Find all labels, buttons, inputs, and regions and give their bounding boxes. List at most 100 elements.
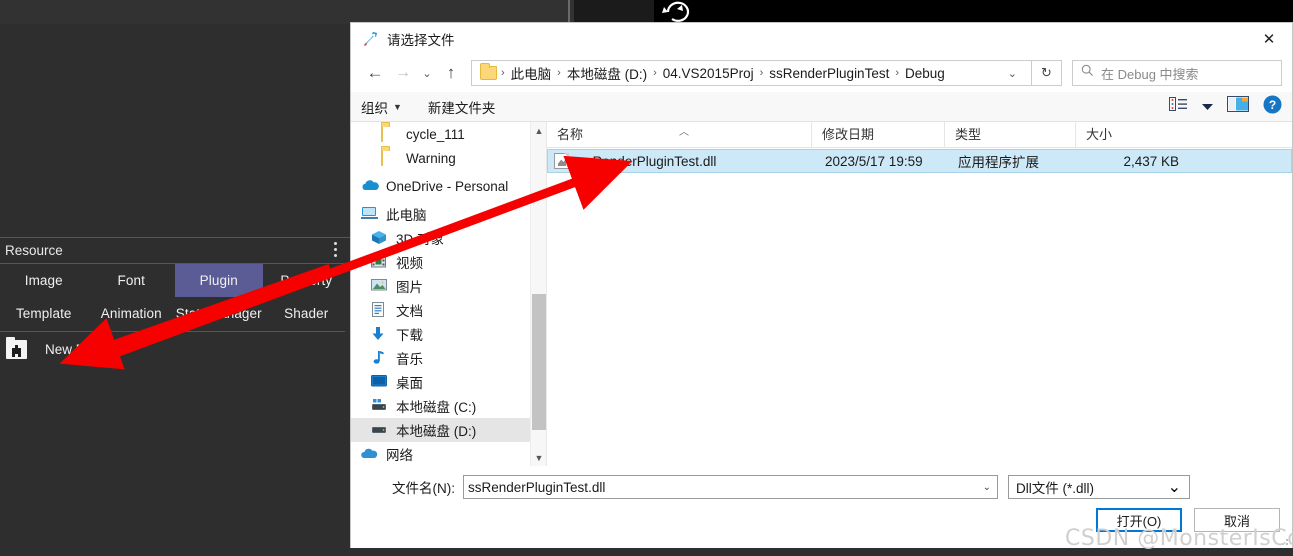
file-name-cell: ssRenderPluginTest.dll [579, 153, 717, 169]
tab-animation[interactable]: Animation [88, 297, 176, 330]
file-name-input[interactable]: ssRenderPluginTest.dll ⌄ [463, 475, 998, 499]
back-button[interactable]: ← [361, 60, 389, 86]
chevron-down-icon[interactable]: ⌄ [1002, 67, 1027, 80]
chevron-down-icon[interactable]: ▼ [531, 449, 546, 466]
tab-property[interactable]: Property [263, 264, 351, 297]
tab-shader[interactable]: Shader [263, 297, 351, 330]
file-size-cell: 2,437 KB [1123, 153, 1179, 169]
file-name-value: ssRenderPluginTest.dll [468, 479, 606, 495]
column-header-name[interactable]: ︿ 名称 [547, 122, 811, 148]
chevron-up-icon[interactable]: ▲ [531, 122, 546, 139]
breadcrumb-separator: › [895, 67, 900, 79]
tree-item-downloads[interactable]: 下载 [351, 322, 546, 346]
view-list-icon[interactable] [1169, 97, 1188, 116]
tree-item-label: 图片 [396, 280, 423, 295]
navigation-tree: cycle_111 Warning OneDrive - Personal 此电… [351, 122, 547, 466]
onedrive-icon [361, 178, 379, 194]
table-row[interactable]: ssRenderPluginTest.dll 2023/5/17 19:59 应… [547, 149, 1292, 173]
app-top-strip [0, 0, 600, 24]
scrollbar-thumb[interactable] [532, 294, 546, 430]
tree-item-pictures[interactable]: 图片 [351, 274, 546, 298]
tab-image[interactable]: Image [0, 264, 88, 297]
screenshot-root: Resource Image Font Plugin Property Temp… [0, 0, 1293, 556]
breadcrumb-item-0[interactable]: 此电脑 [507, 63, 556, 83]
column-header-size[interactable]: 大小 [1075, 121, 1185, 148]
file-open-dialog: 请选择文件 ✕ ← → ⌄ ↑ › 此电脑 › 本地磁盘 (D:) › 04.V… [350, 22, 1293, 548]
tree-item-label: 此电脑 [386, 208, 427, 223]
breadcrumb-separator: › [501, 67, 505, 79]
file-type-select[interactable]: Dll文件 (*.dll) ⌄ [1008, 475, 1190, 499]
folder-icon [480, 63, 497, 80]
breadcrumb-item-1[interactable]: 本地磁盘 (D:) [563, 63, 651, 83]
tree-item-onedrive[interactable]: OneDrive - Personal [351, 174, 546, 198]
tab-plugin[interactable]: Plugin [175, 264, 263, 297]
file-modified-cell: 2023/5/17 19:59 [825, 153, 923, 169]
folder-icon [381, 125, 399, 142]
tree-item-desktop[interactable]: 桌面 [351, 370, 546, 394]
new-folder-button[interactable]: 新建文件夹 [428, 97, 496, 117]
app-top-black-right [702, 0, 1293, 24]
column-header-label: 修改日期 [822, 126, 875, 142]
file-type-cell: 应用程序扩展 [958, 155, 1039, 170]
search-placeholder: 在 Debug 中搜索 [1101, 66, 1199, 82]
tree-item-drive-d[interactable]: 本地磁盘 (D:) [351, 418, 546, 442]
breadcrumb-item-2[interactable]: 04.VS2015Proj [659, 66, 758, 81]
tree-item-drive-c[interactable]: 本地磁盘 (C:) [351, 394, 546, 418]
tree-item-label: 3D 对象 [396, 232, 445, 247]
drive-icon [371, 422, 389, 438]
column-header-modified[interactable]: 修改日期 [811, 121, 944, 148]
watermark: CSDN @MonsterIsCool [1065, 526, 1293, 551]
tree-item-this-pc[interactable]: 此电脑 [351, 202, 546, 226]
tab-image-label: Image [24, 273, 63, 288]
dll-file-icon [554, 153, 569, 169]
search-input[interactable]: 在 Debug 中搜索 [1072, 60, 1282, 86]
tree-item-videos[interactable]: 视频 [351, 250, 546, 274]
tree-item-music[interactable]: 音乐 [351, 346, 546, 370]
navigation-row: ← → ⌄ ↑ › 此电脑 › 本地磁盘 (D:) › 04.VS2015Pro… [351, 54, 1292, 92]
file-name-label: 文件名(N): [392, 481, 455, 496]
tab-template[interactable]: Template [0, 297, 88, 330]
forward-button[interactable]: → [389, 60, 417, 86]
up-button[interactable]: ↑ [437, 60, 465, 86]
app-top-black-band [574, 0, 654, 24]
tree-item-warning[interactable]: Warning [351, 146, 546, 170]
tree-item-label: 桌面 [396, 376, 423, 391]
chevron-down-icon[interactable]: ⌄ [983, 482, 991, 493]
help-icon[interactable]: ? [1263, 95, 1282, 119]
videos-icon [371, 254, 389, 270]
tab-font-label: Font [117, 273, 145, 288]
tree-item-cycle-111[interactable]: cycle_111 [351, 122, 546, 146]
refresh-icon[interactable]: ↻ [1032, 60, 1062, 86]
tab-property-label: Property [280, 273, 333, 288]
breadcrumb-item-4[interactable]: Debug [901, 66, 949, 81]
preview-pane-icon[interactable] [1227, 96, 1249, 117]
tree-item-3d-objects[interactable]: 3D 对象 [351, 226, 546, 250]
downloads-icon [371, 326, 389, 342]
tree-scrollbar[interactable]: ▲ ▼ [530, 122, 546, 466]
kebab-menu-icon[interactable] [334, 242, 338, 260]
tree-item-label: 本地磁盘 (C:) [396, 400, 477, 415]
tab-font[interactable]: Font [88, 264, 176, 297]
tree-item-label: cycle_111 [406, 126, 465, 142]
music-icon [371, 350, 389, 366]
address-bar[interactable]: › 此电脑 › 本地磁盘 (D:) › 04.VS2015Proj › ssRe… [471, 60, 1032, 86]
tree-item-network[interactable]: 网络 [351, 442, 546, 466]
search-icon [1081, 64, 1094, 82]
tab-template-label: Template [15, 306, 72, 321]
tab-statemanager[interactable]: StateManager [175, 297, 263, 330]
recent-locations-button[interactable]: ⌄ [417, 60, 437, 86]
breadcrumb-separator: › [557, 67, 561, 79]
resource-tabs-row-2: Template Animation StateManager Shader [0, 297, 350, 330]
tab-plugin-label: Plugin [199, 273, 238, 288]
organize-button[interactable]: 组织 ▼ [361, 97, 402, 117]
new-plugin-row[interactable]: New Plugin [0, 332, 350, 366]
chevron-down-icon: ⌄ [1167, 479, 1181, 496]
file-list: ︿ 名称 修改日期 类型 大小 ssRenderPluginTest.dll 2… [547, 121, 1292, 466]
chevron-down-icon[interactable] [1202, 98, 1213, 116]
close-icon[interactable]: ✕ [1246, 23, 1292, 54]
tree-item-documents[interactable]: 文档 [351, 298, 546, 322]
breadcrumb-separator: › [653, 67, 657, 79]
resource-panel-title: Resource [5, 243, 63, 258]
breadcrumb-item-3[interactable]: ssRenderPluginTest [765, 66, 893, 81]
column-header-type[interactable]: 类型 [944, 121, 1075, 148]
